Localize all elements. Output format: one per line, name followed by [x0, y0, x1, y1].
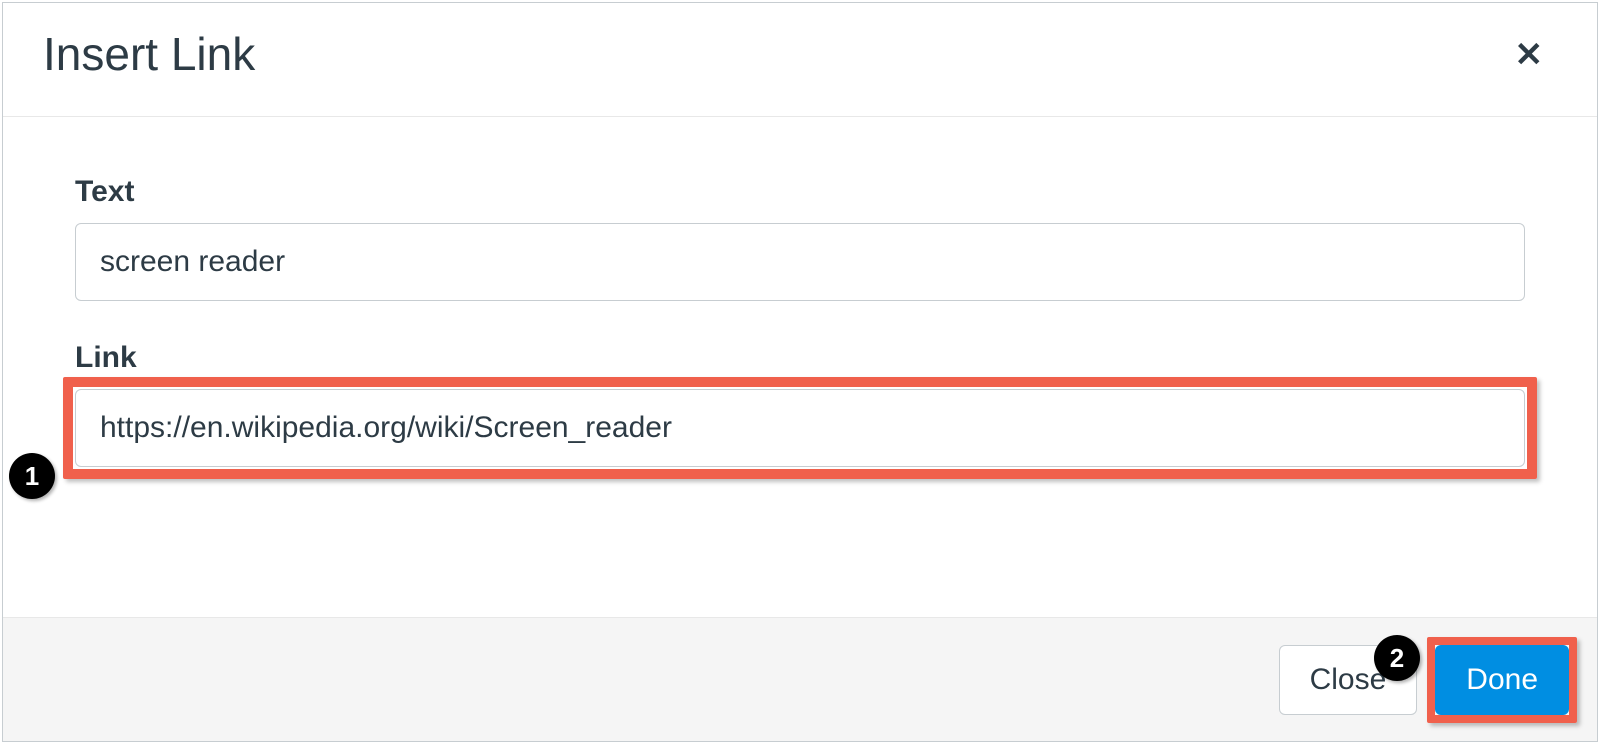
modal-header: Insert Link ✕: [3, 3, 1597, 117]
text-field-label: Text: [75, 175, 1525, 209]
link-field-group: Link: [75, 341, 1525, 467]
modal-footer: Close Done: [3, 617, 1597, 741]
callout-badge-1: 1: [9, 453, 55, 499]
text-input[interactable]: [75, 223, 1525, 301]
link-field-label: Link: [75, 341, 1525, 375]
modal-title: Insert Link: [43, 27, 255, 82]
modal-body: Text Link: [3, 117, 1597, 507]
text-field-group: Text: [75, 175, 1525, 301]
done-button[interactable]: Done: [1435, 645, 1569, 715]
callout-badge-2: 2: [1374, 635, 1420, 681]
link-input[interactable]: [75, 389, 1525, 467]
link-input-wrap: [75, 389, 1525, 467]
insert-link-modal: Insert Link ✕ Text Link Close Done 1 2: [2, 2, 1598, 742]
done-button-wrap: Done: [1435, 645, 1569, 715]
close-icon[interactable]: ✕: [1501, 30, 1558, 80]
